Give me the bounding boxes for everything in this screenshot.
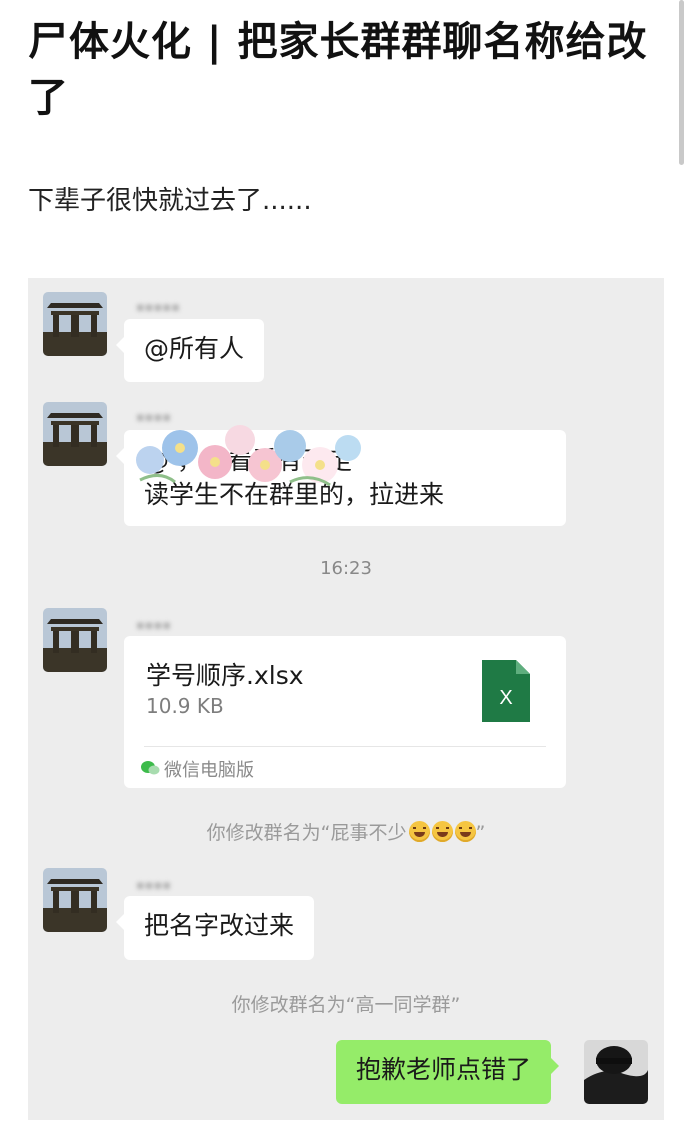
- article-subtitle: 下辈子很快就过去了......: [28, 186, 312, 216]
- message-text: @所有人: [144, 334, 245, 363]
- person-photo-icon: [584, 1040, 648, 1104]
- teacher-avatar[interactable]: [43, 402, 107, 466]
- grinning-sweat-emoji-icon: [408, 821, 430, 842]
- scrollbar[interactable]: [679, 0, 684, 165]
- grinning-sweat-emoji-icon: [431, 821, 453, 842]
- timestamp: 16:23: [320, 558, 372, 579]
- gate-photo-icon: [43, 292, 107, 356]
- gate-photo-icon: [43, 402, 107, 466]
- svg-text:X: X: [499, 687, 512, 709]
- flower-sticker-icon: [136, 425, 361, 487]
- sender-name-blurred: ▪▪▪▪▪: [136, 300, 181, 315]
- grinning-sweat-emoji-icon: [454, 821, 476, 842]
- system-message: 你修改群名为“高一同学群”: [231, 994, 461, 1016]
- file-source-label: 微信电脑版: [164, 760, 254, 781]
- message-bubble[interactable]: 把名字改过来: [115, 896, 315, 960]
- chat-screenshot: ▪▪▪▪▪ @所有人 ▪▪▪▪ @ ，你看看有无走 读学生不在群里的，拉进来 1…: [28, 278, 664, 1120]
- file-card-divider: [144, 746, 546, 747]
- file-message-card[interactable]: 学号顺序.xlsx 10.9 KB X 微信电脑版: [124, 636, 566, 788]
- message-text: 抱歉老师点错了: [356, 1055, 532, 1084]
- message-bubble[interactable]: @所有人: [115, 319, 265, 382]
- self-avatar[interactable]: [584, 1040, 648, 1104]
- system-message-text-end: ”: [475, 822, 486, 844]
- teacher-avatar[interactable]: [43, 608, 107, 672]
- file-name: 学号顺序.xlsx: [146, 661, 304, 690]
- sent-message-bubble[interactable]: 抱歉老师点错了: [336, 1040, 560, 1104]
- message-text: 把名字改过来: [144, 911, 295, 940]
- system-message-text: 你修改群名为“屁事不少: [206, 822, 407, 844]
- article-title: 尸体火化 | 把家长群群聊名称给改了: [28, 19, 648, 121]
- sender-name-blurred: ▪▪▪▪: [136, 618, 172, 633]
- excel-file-icon: X: [482, 660, 530, 722]
- gate-photo-icon: [43, 868, 107, 932]
- file-size: 10.9 KB: [146, 694, 224, 718]
- gate-photo-icon: [43, 608, 107, 672]
- teacher-avatar[interactable]: [43, 292, 107, 356]
- sender-name-blurred: ▪▪▪▪: [136, 878, 172, 893]
- teacher-avatar[interactable]: [43, 868, 107, 932]
- system-message: 你修改群名为“屁事不少 ”: [28, 818, 664, 845]
- wechat-icon: [141, 761, 160, 775]
